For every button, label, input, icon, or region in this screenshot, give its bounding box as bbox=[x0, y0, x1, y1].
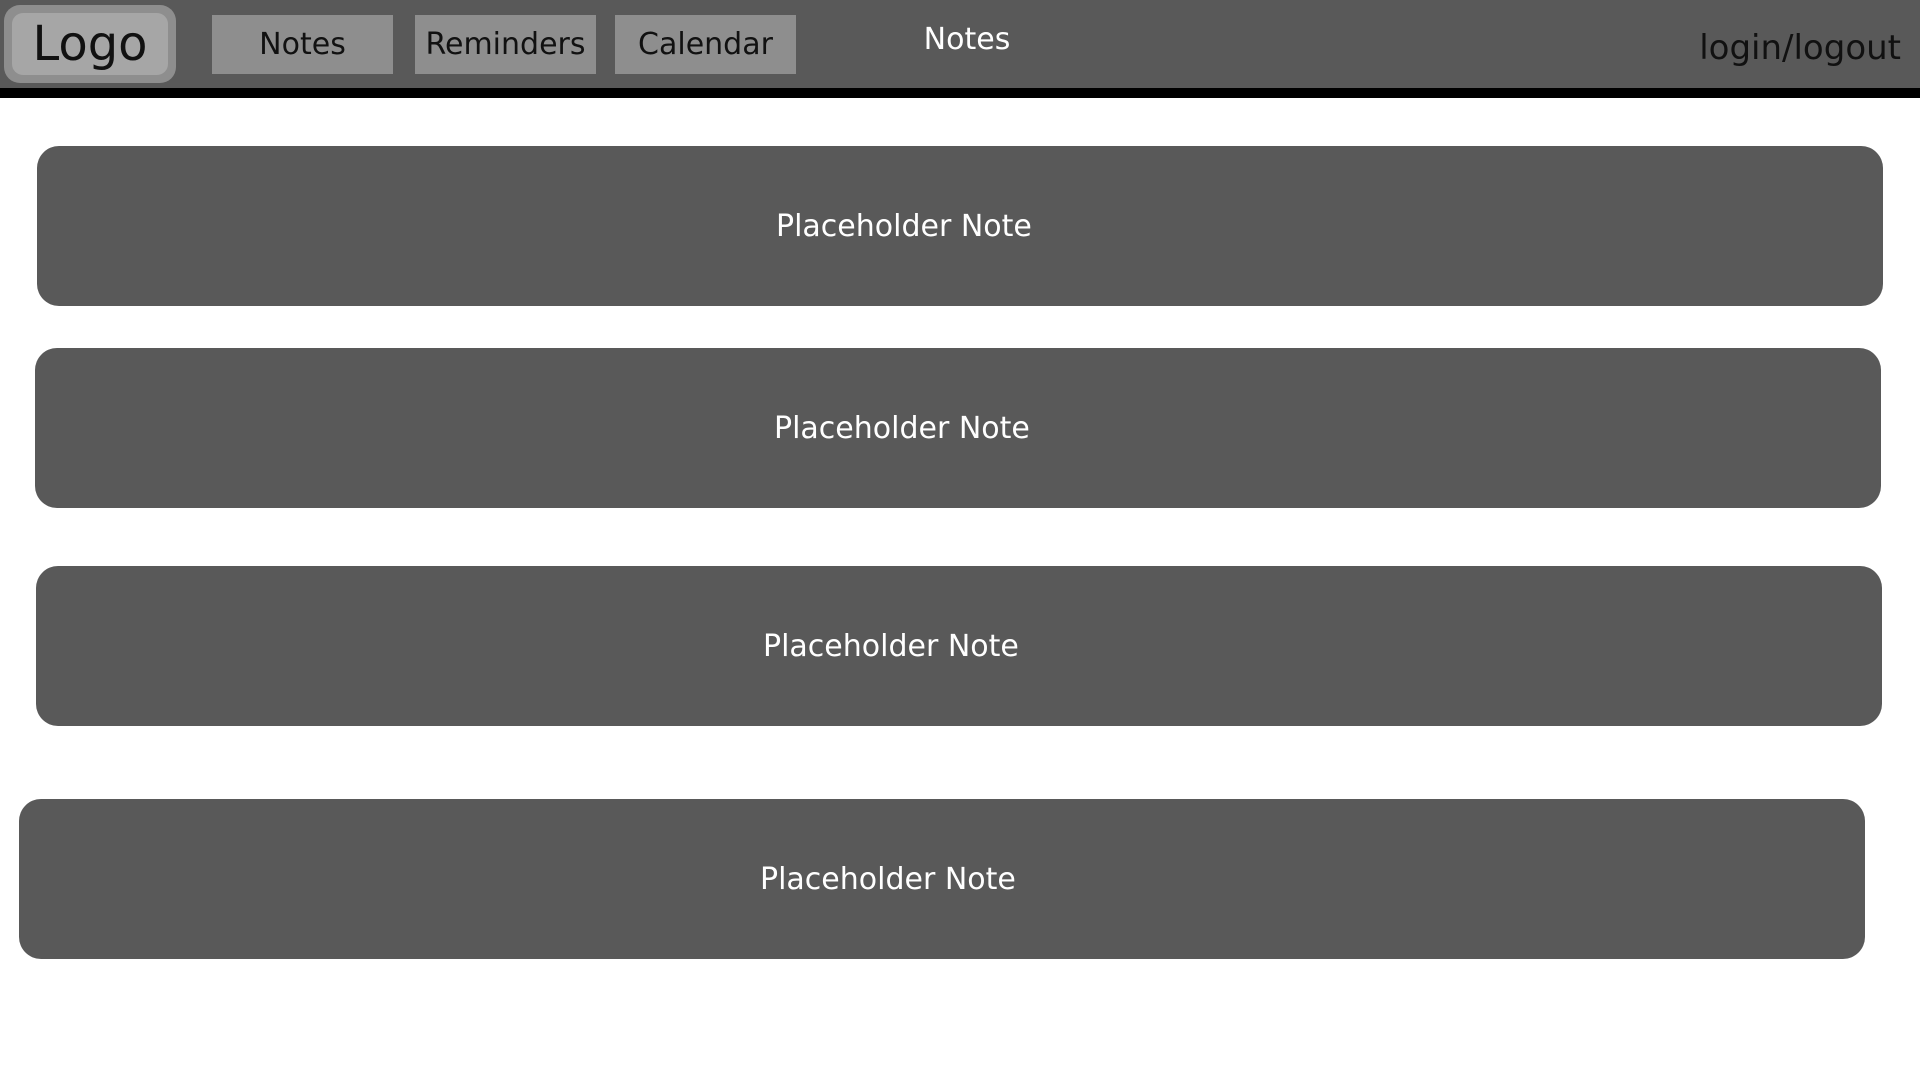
note-text: Placeholder Note bbox=[774, 410, 1030, 446]
note-text: Placeholder Note bbox=[763, 628, 1019, 664]
note-card[interactable]: Placeholder Note bbox=[36, 566, 1882, 726]
login-logout-link[interactable]: login/logout bbox=[1699, 28, 1901, 68]
note-card[interactable]: Placeholder Note bbox=[35, 348, 1881, 508]
note-text: Placeholder Note bbox=[760, 861, 1016, 897]
note-card[interactable]: Placeholder Note bbox=[19, 799, 1865, 959]
nav-notes-button[interactable]: Notes bbox=[212, 15, 393, 74]
top-navigation-bar: Logo Notes Reminders Calendar Notes logi… bbox=[0, 0, 1920, 98]
page-title: Notes bbox=[923, 22, 1011, 57]
nav-calendar-button[interactable]: Calendar bbox=[615, 15, 796, 74]
note-text: Placeholder Note bbox=[776, 208, 1032, 244]
logo[interactable]: Logo bbox=[4, 5, 176, 83]
note-card[interactable]: Placeholder Note bbox=[37, 146, 1883, 306]
nav-reminders-button[interactable]: Reminders bbox=[415, 15, 596, 74]
logo-label: Logo bbox=[12, 13, 168, 75]
